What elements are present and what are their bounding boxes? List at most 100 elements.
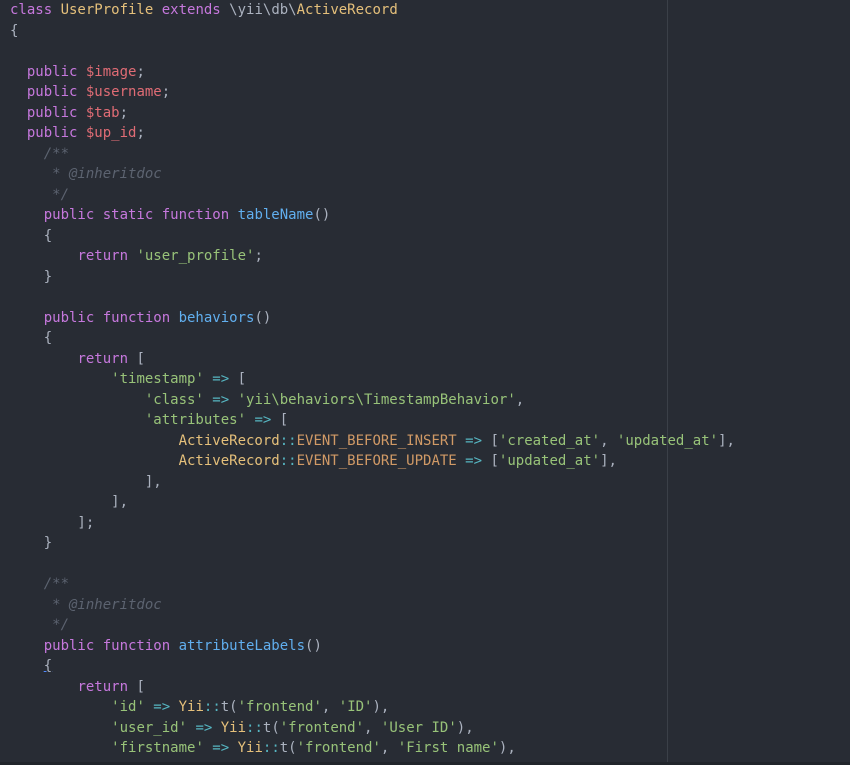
code-line[interactable]: return 'user_profile'; <box>10 246 850 267</box>
code-token: , <box>321 699 339 715</box>
code-line[interactable]: public static function tableName() <box>10 205 850 226</box>
code-token: ], <box>10 494 129 510</box>
code-line[interactable]: 'id' => Yii::t('frontend', 'ID'), <box>10 697 850 718</box>
code-token: ), <box>498 740 516 756</box>
code-token: $image <box>85 63 137 80</box>
code-token: * @inheritdoc <box>10 596 162 613</box>
code-line[interactable] <box>10 554 850 575</box>
code-token: ]; <box>10 514 95 531</box>
code-token: { <box>10 330 53 346</box>
code-token: :: <box>203 699 221 715</box>
code-token: ActiveRecord <box>178 432 280 449</box>
code-line[interactable]: ], <box>10 492 850 513</box>
code-line[interactable]: public $username; <box>10 82 850 103</box>
code-line[interactable]: return [ <box>10 349 850 370</box>
code-content[interactable]: class UserProfile extends \yii\db\Active… <box>10 0 850 759</box>
code-line[interactable]: return [ <box>10 677 850 698</box>
code-token: $tab <box>85 104 120 121</box>
code-line[interactable]: ]; <box>10 513 850 534</box>
code-token: => <box>456 453 491 469</box>
code-token: t( <box>262 719 280 736</box>
code-token: $username <box>85 84 162 100</box>
code-token: :: <box>279 432 297 449</box>
code-token: [ <box>136 350 145 367</box>
code-token: public <box>26 84 86 100</box>
code-token: */ <box>10 617 70 633</box>
code-token: UserProfile <box>60 2 162 18</box>
code-editor[interactable]: class UserProfile extends \yii\db\Active… <box>0 0 850 765</box>
code-line[interactable]: * @inheritdoc <box>10 595 850 616</box>
code-token: $up_id <box>85 125 137 141</box>
code-line[interactable]: 'user_id' => Yii::t('frontend', 'User ID… <box>10 718 850 739</box>
code-line[interactable]: 'class' => 'yii\behaviors\TimestampBehav… <box>10 390 850 411</box>
code-line[interactable]: public $up_id; <box>10 123 850 144</box>
code-token: ], <box>718 432 735 449</box>
code-token: [ <box>136 678 145 695</box>
code-token: */ <box>10 186 70 203</box>
code-token: 'frontend' <box>296 740 381 756</box>
code-token: => <box>246 412 280 428</box>
code-token: 'id' <box>111 699 145 715</box>
code-token: ], <box>600 453 617 469</box>
code-token: EVENT_BEFORE_UPDATE <box>296 453 457 469</box>
code-line[interactable]: public function behaviors() <box>10 308 850 329</box>
code-line[interactable]: /** <box>10 144 850 165</box>
code-token: => <box>456 432 491 449</box>
code-token: 'created_at' <box>498 432 601 449</box>
code-line[interactable] <box>10 287 850 308</box>
code-token: } <box>10 535 53 551</box>
code-line[interactable]: ActiveRecord::EVENT_BEFORE_INSERT => ['c… <box>10 431 850 452</box>
code-token: 'ID' <box>338 699 373 715</box>
code-token: => <box>203 740 238 756</box>
code-line[interactable]: 'firstname' => Yii::t('frontend', 'First… <box>10 738 850 759</box>
code-line[interactable]: * @inheritdoc <box>10 164 850 185</box>
code-token: 'First name' <box>397 740 499 756</box>
code-token: => <box>187 719 221 736</box>
code-token: class <box>10 2 61 18</box>
code-line[interactable]: { <box>10 328 850 349</box>
code-line[interactable]: { <box>10 656 850 677</box>
code-line[interactable]: class UserProfile extends \yii\db\Active… <box>10 0 850 21</box>
code-line[interactable]: ], <box>10 472 850 493</box>
code-line[interactable]: */ <box>10 185 850 206</box>
code-token: () <box>313 207 331 223</box>
code-token: public function <box>43 637 179 654</box>
code-line[interactable]: public function attributeLabels() <box>10 636 850 657</box>
code-line[interactable]: */ <box>10 615 850 636</box>
code-token: public static function <box>43 207 238 223</box>
code-line[interactable]: ActiveRecord::EVENT_BEFORE_UPDATE => ['u… <box>10 451 850 472</box>
code-line[interactable]: 'attributes' => [ <box>10 410 850 431</box>
code-token: /** <box>10 576 70 592</box>
code-line[interactable]: 'timestamp' => [ <box>10 369 850 390</box>
code-line[interactable]: } <box>10 533 850 554</box>
code-token: , <box>515 391 525 408</box>
code-token: () <box>254 309 272 326</box>
code-line[interactable] <box>10 41 850 62</box>
code-line[interactable]: public $tab; <box>10 103 850 124</box>
code-line[interactable]: { <box>10 226 850 247</box>
code-token: ; <box>161 84 171 100</box>
code-line[interactable]: public $image; <box>10 62 850 83</box>
code-token: 'yii\behaviors\TimestampBehavior' <box>237 391 516 408</box>
code-token: [ <box>490 432 499 449</box>
code-token: , <box>380 740 398 756</box>
code-token: 'user_profile' <box>136 248 255 264</box>
code-line[interactable]: /** <box>10 574 850 595</box>
code-line[interactable]: { <box>10 21 850 42</box>
code-token: ; <box>136 63 145 80</box>
code-token: { <box>10 227 53 244</box>
code-line[interactable]: } <box>10 267 850 288</box>
code-token: , <box>600 432 617 449</box>
